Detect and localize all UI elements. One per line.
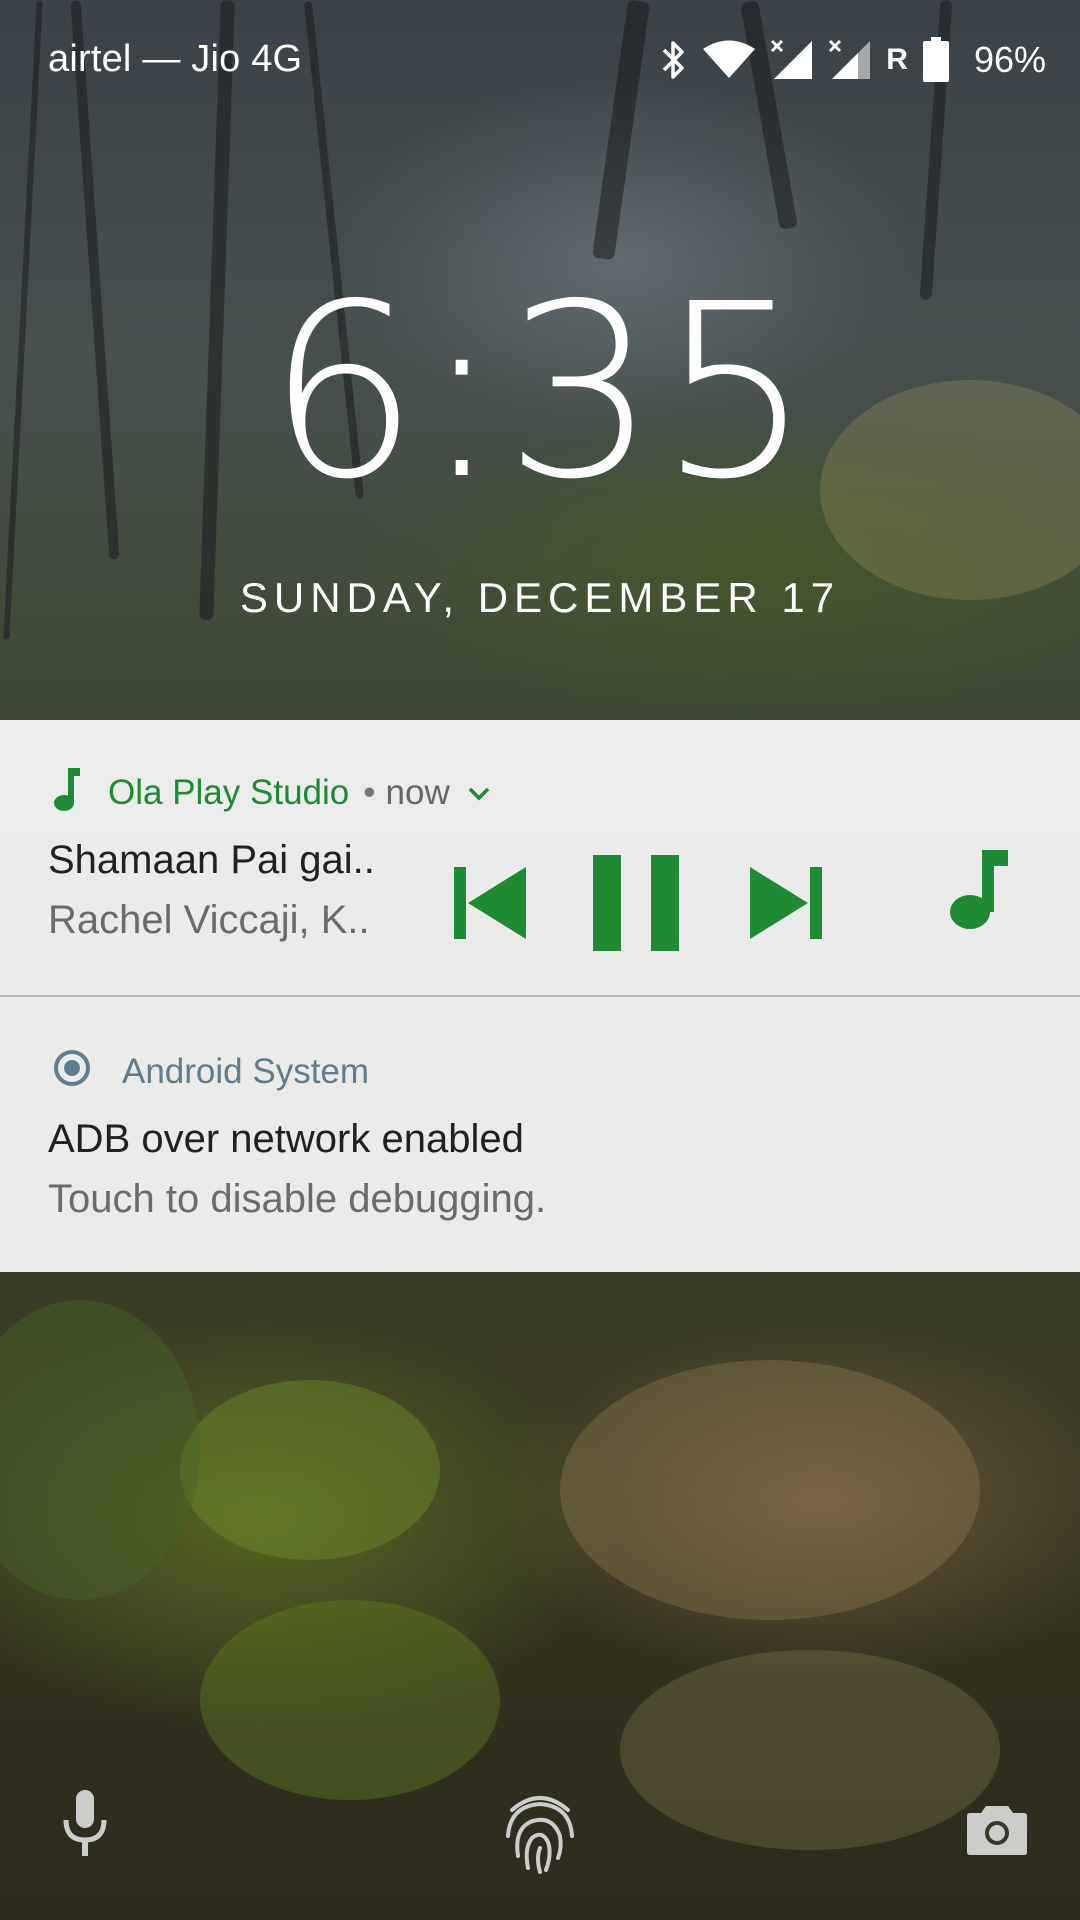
notification-title: ADB over network enabled xyxy=(48,1117,524,1161)
playback-controls xyxy=(440,854,840,956)
notification-time: now xyxy=(385,773,450,812)
notification-header: Android System xyxy=(52,1047,369,1097)
pause-button[interactable] xyxy=(586,854,686,956)
clock-time: 6:35 xyxy=(266,252,814,532)
android-system-icon xyxy=(52,1048,92,1097)
app-name: Ola Play Studio xyxy=(108,773,350,812)
wifi-icon xyxy=(702,40,756,80)
chevron-down-icon[interactable] xyxy=(466,773,492,813)
carrier-label: airtel — Jio 4G xyxy=(48,38,303,80)
track-title: Shamaan Pai gai.. xyxy=(48,838,375,882)
roaming-indicator: R xyxy=(886,43,908,76)
track-artist: Rachel Viccaji, K.. xyxy=(48,898,370,942)
status-bar: airtel — Jio 4G R 96% xyxy=(0,0,1080,124)
previous-icon xyxy=(452,865,528,946)
previous-button[interactable] xyxy=(440,855,540,955)
camera-icon[interactable] xyxy=(966,1804,1028,1861)
status-icons: R 96% xyxy=(660,36,1046,84)
next-icon xyxy=(748,865,824,946)
notification-message: Touch to disable debugging. xyxy=(48,1177,547,1221)
clock-date: SUNDAY, DECEMBER 17 xyxy=(239,574,841,621)
microphone-icon[interactable] xyxy=(62,1790,108,1861)
bluetooth-icon xyxy=(660,38,688,82)
battery-percent: 96% xyxy=(973,39,1046,80)
next-button[interactable] xyxy=(736,855,836,955)
header-separator: • xyxy=(363,773,376,812)
media-notification[interactable]: Ola Play Studio • now Shamaan Pai gai.. … xyxy=(0,720,1080,996)
app-name: Android System xyxy=(122,1052,370,1091)
album-art-music-icon xyxy=(946,848,1010,937)
pause-icon xyxy=(591,854,681,956)
notification-header: Ola Play Studio • now xyxy=(52,766,492,821)
lock-screen: airtel — Jio 4G R 96% 6:35 SUNDAY, DECEM… xyxy=(0,0,1080,1920)
battery-icon xyxy=(922,37,950,83)
system-notification[interactable]: Android System ADB over network enabled … xyxy=(0,997,1080,1272)
fingerprint-icon[interactable] xyxy=(500,1786,580,1881)
music-note-icon xyxy=(52,766,82,821)
signal-1-icon xyxy=(770,39,814,81)
signal-2-icon xyxy=(828,39,872,81)
